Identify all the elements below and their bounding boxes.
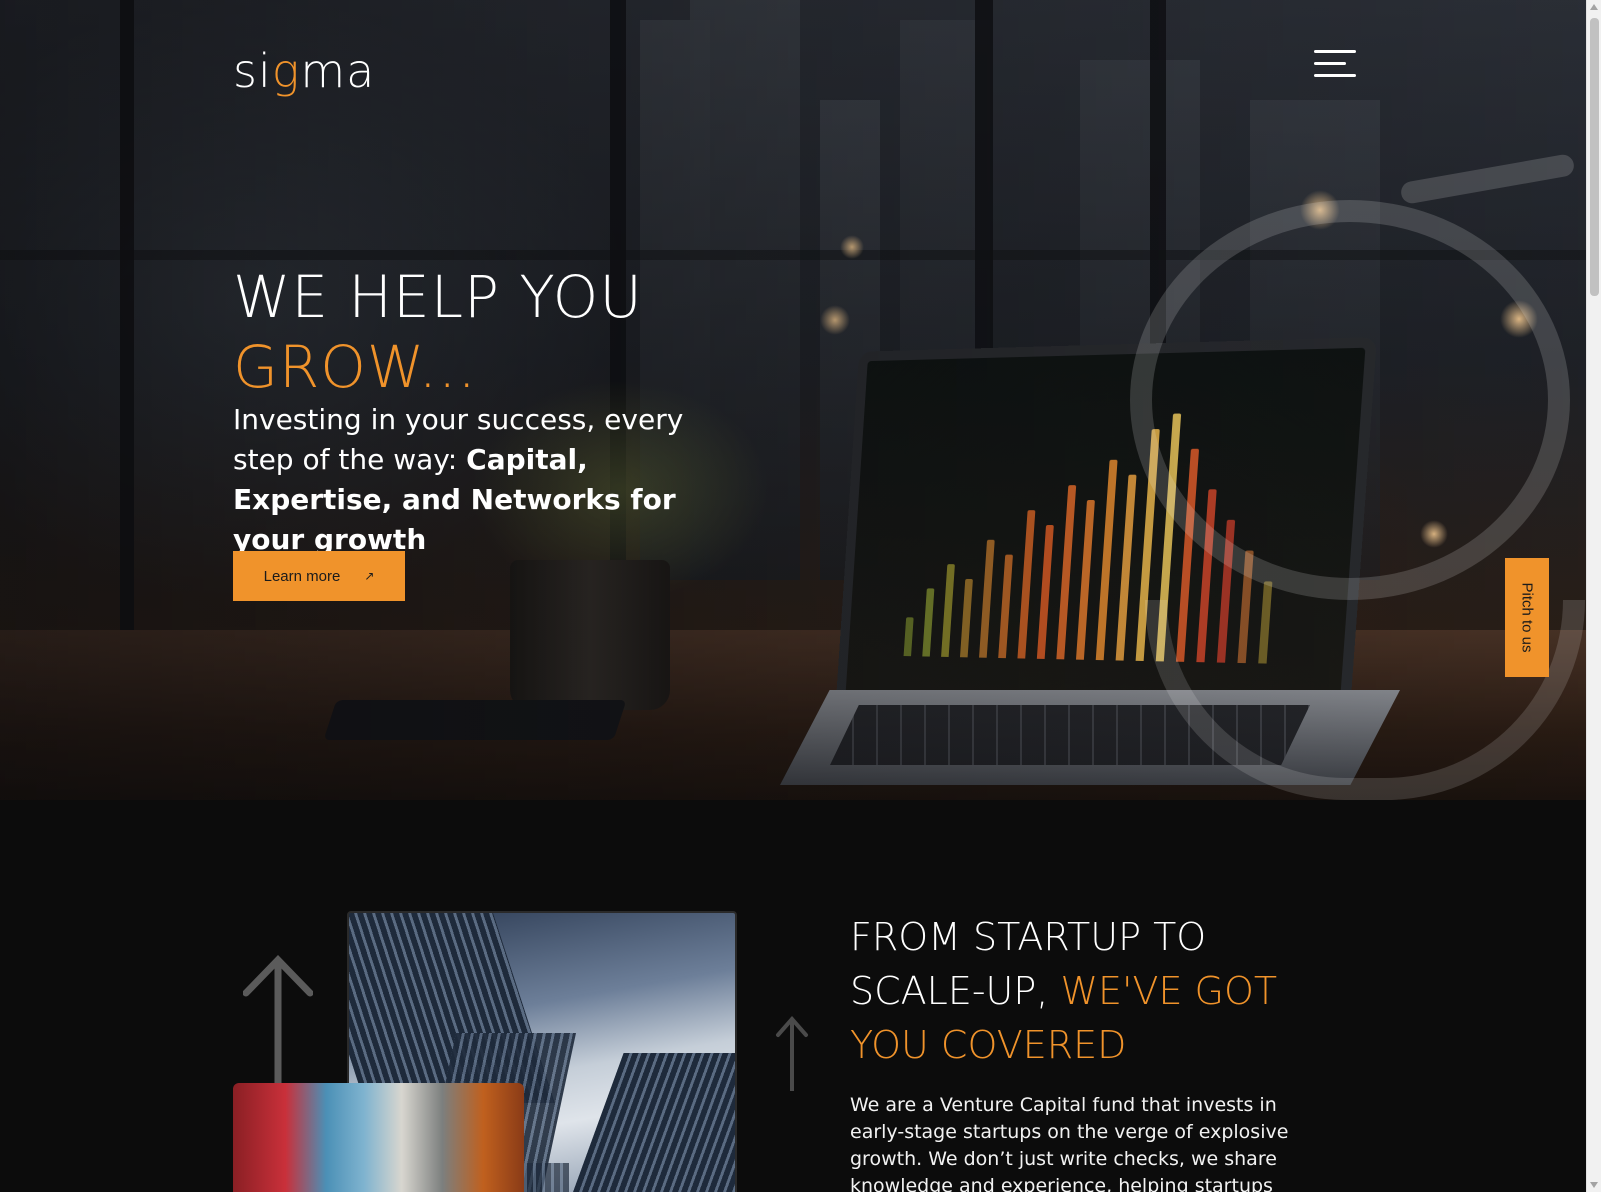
scroll-up-icon[interactable]: [1590, 4, 1598, 10]
about-body: We are a Venture Capital fund that inves…: [850, 1094, 1289, 1192]
arrow-up-icon: [776, 1015, 808, 1091]
logo-text-accent: g: [271, 44, 301, 98]
logo-text: ma: [300, 44, 376, 98]
scrollbar-thumb[interactable]: [1590, 18, 1599, 296]
arrow-up-right-icon: ↗: [364, 569, 375, 583]
pitch-tab-label: Pitch to us: [1518, 582, 1536, 653]
team-photo: [233, 1083, 524, 1192]
pitch-to-us-tab[interactable]: Pitch to us: [1505, 558, 1549, 677]
page-scrollbar[interactable]: [1586, 0, 1601, 1192]
arrow-up-icon: [243, 955, 313, 1085]
hamburger-menu-icon[interactable]: [1314, 50, 1356, 78]
hero-subtitle-plain: Investing in your success, every step of…: [233, 403, 684, 476]
hero-section: sigma WE HELP YOU GROW... Investing in y…: [0, 0, 1586, 800]
hero-title-line2: GROW...: [233, 333, 477, 401]
scroll-down-icon[interactable]: [1590, 1182, 1598, 1188]
hero-subtitle: Investing in your success, every step of…: [233, 400, 733, 560]
hero-title: WE HELP YOU GROW...: [233, 262, 643, 402]
learn-more-label: Learn more: [263, 567, 341, 585]
decorative-ring: [1130, 200, 1570, 600]
sigma-logo[interactable]: sigma: [233, 48, 375, 94]
learn-more-button[interactable]: Learn more ↗: [233, 551, 405, 601]
logo-text: si: [233, 44, 272, 98]
hero-title-line1: WE HELP YOU: [233, 263, 643, 331]
about-title: FROM STARTUP TO SCALE-UP, WE'VE GOT YOU …: [850, 910, 1310, 1072]
